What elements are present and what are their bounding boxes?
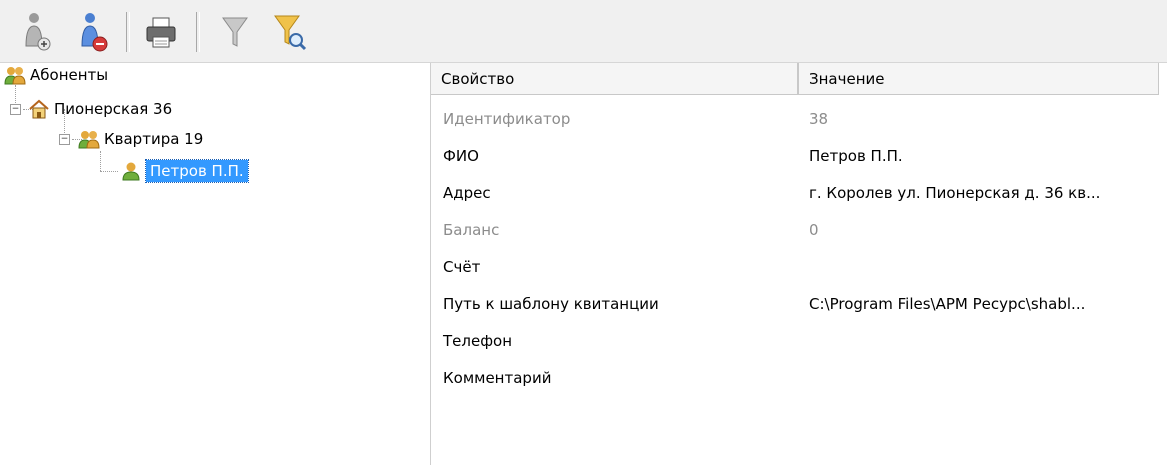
add-subscriber-button[interactable] bbox=[20, 8, 58, 56]
property-row[interactable]: Баланс 0 bbox=[431, 212, 1167, 249]
toolbar-separator bbox=[126, 12, 130, 52]
users-group-icon bbox=[78, 131, 100, 149]
property-key: Путь к шаблону квитанции bbox=[443, 295, 659, 313]
property-grid: Свойство Значение Идентификатор 38 ФИО П… bbox=[431, 63, 1167, 465]
tree-node-label: Квартира 19 bbox=[104, 130, 204, 148]
user-remove-icon bbox=[81, 13, 108, 52]
remove-subscriber-button[interactable] bbox=[76, 8, 114, 56]
property-value[interactable]: г. Королев ул. Пионерская д. 36 кв... bbox=[809, 175, 1100, 212]
collapse-toggle[interactable]: − bbox=[10, 104, 21, 115]
property-value: 38 bbox=[809, 110, 829, 128]
tree-connector bbox=[100, 171, 118, 172]
tree-connector bbox=[100, 151, 101, 171]
property-row[interactable]: Путь к шаблону квитанции C:\Program File… bbox=[431, 286, 1167, 323]
property-value[interactable]: C:\Program Files\АРМ Ресурс\shabl... bbox=[809, 286, 1085, 323]
filter-button[interactable] bbox=[216, 8, 254, 56]
toolbar-separator bbox=[196, 12, 200, 52]
funnel-icon bbox=[222, 17, 248, 47]
property-key: Телефон bbox=[443, 332, 513, 350]
filter-search-button[interactable] bbox=[270, 8, 308, 56]
tree-node-label: Абоненты bbox=[30, 66, 109, 84]
property-key: Баланс bbox=[443, 221, 500, 239]
print-button[interactable] bbox=[142, 8, 180, 56]
property-row[interactable]: Телефон bbox=[431, 323, 1167, 360]
property-key: Комментарий bbox=[443, 369, 552, 387]
property-row[interactable]: Идентификатор 38 bbox=[431, 101, 1167, 138]
property-key: Счёт bbox=[443, 258, 481, 276]
property-row[interactable]: Комментарий bbox=[431, 360, 1167, 397]
property-row[interactable]: Адрес г. Королев ул. Пионерская д. 36 кв… bbox=[431, 175, 1167, 212]
property-value: 0 bbox=[809, 221, 819, 239]
users-group-icon bbox=[4, 67, 26, 85]
property-value[interactable]: Петров П.П. bbox=[809, 138, 903, 175]
column-header-property[interactable]: Свойство bbox=[431, 63, 798, 95]
toolbar bbox=[0, 0, 1167, 63]
tree-node-label-selected: Петров П.П. bbox=[145, 159, 249, 183]
collapse-toggle[interactable]: − bbox=[59, 134, 70, 145]
property-key: Идентификатор bbox=[443, 110, 571, 128]
user-icon bbox=[122, 162, 140, 181]
subscriber-tree: Абоненты − Пионерская 36 − Квартира 19 П… bbox=[0, 63, 430, 465]
column-header-value[interactable]: Значение bbox=[798, 63, 1159, 95]
house-icon bbox=[29, 99, 49, 119]
funnel-search-icon bbox=[274, 15, 307, 51]
user-add-icon bbox=[25, 13, 51, 51]
property-key: ФИО bbox=[443, 147, 479, 165]
tree-node-label: Пионерская 36 bbox=[54, 100, 173, 118]
property-row[interactable]: Счёт bbox=[431, 249, 1167, 286]
property-row[interactable]: ФИО Петров П.П. bbox=[431, 138, 1167, 175]
property-key: Адрес bbox=[443, 184, 491, 202]
printer-icon bbox=[146, 17, 176, 48]
